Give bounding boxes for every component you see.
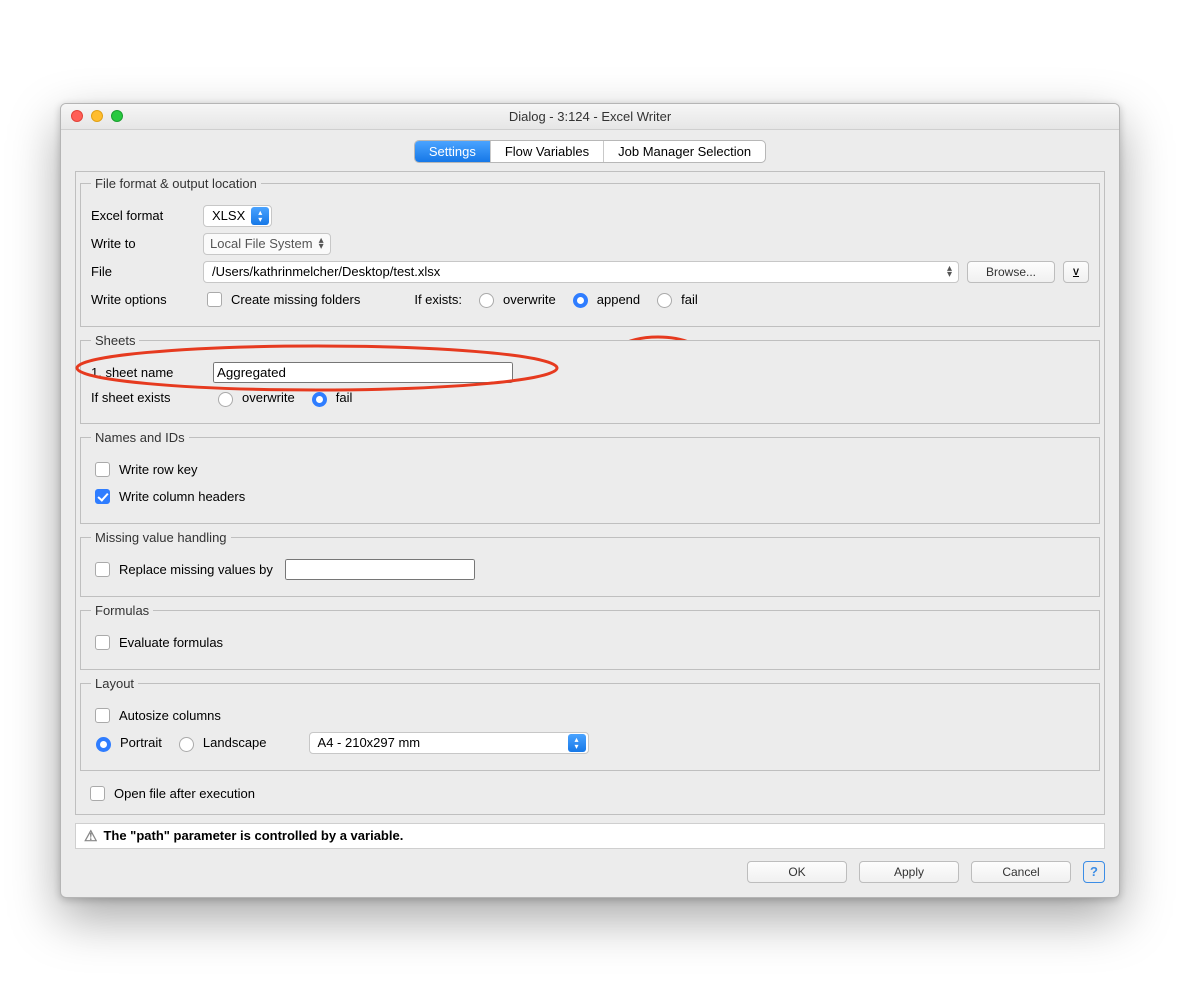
- portrait-radio[interactable]: Portrait: [91, 734, 162, 752]
- write-row-key-label: Write row key: [119, 462, 198, 477]
- write-row-key-checkbox[interactable]: Write row key: [91, 459, 198, 480]
- warning-icon: ⚠: [84, 827, 97, 845]
- replace-missing-input[interactable]: [285, 559, 475, 580]
- group-sheets: Sheets 1. sheet name If sheet exists ove…: [80, 333, 1100, 424]
- group-formulas: Formulas Evaluate formulas: [80, 603, 1100, 670]
- group-missing: Missing value handling Replace missing v…: [80, 530, 1100, 597]
- file-path-value: /Users/kathrinmelcher/Desktop/test.xlsx: [212, 264, 440, 279]
- tab-settings[interactable]: Settings: [415, 141, 491, 162]
- sheet-fail-label: fail: [336, 390, 353, 405]
- paper-size-value: A4 - 210x297 mm: [318, 735, 421, 750]
- if-exists-append-label: append: [597, 292, 640, 307]
- group-file-format-legend: File format & output location: [91, 176, 261, 191]
- write-to-value: Local File System: [210, 236, 313, 251]
- status-bar: ⚠ The "path" parameter is controlled by …: [75, 823, 1105, 849]
- replace-missing-label: Replace missing values by: [119, 562, 273, 577]
- evaluate-formulas-label: Evaluate formulas: [119, 635, 223, 650]
- replace-missing-checkbox[interactable]: Replace missing values by: [91, 559, 273, 580]
- titlebar: Dialog - 3:124 - Excel Writer: [61, 104, 1119, 130]
- evaluate-formulas-checkbox[interactable]: Evaluate formulas: [91, 632, 223, 653]
- paper-size-select[interactable]: A4 - 210x297 mm ▴▾: [309, 732, 589, 754]
- write-to-label: Write to: [91, 236, 191, 251]
- if-sheet-exists-label: If sheet exists: [91, 390, 201, 405]
- sheet-overwrite-radio[interactable]: overwrite: [213, 389, 295, 407]
- variable-button[interactable]: V: [1063, 261, 1089, 283]
- chevron-updown-icon: ▴▾: [251, 207, 269, 225]
- open-after-checkbox[interactable]: Open file after execution: [86, 783, 255, 804]
- browse-button[interactable]: Browse...: [967, 261, 1055, 283]
- apply-button[interactable]: Apply: [859, 861, 959, 883]
- group-file-format: File format & output location Excel form…: [80, 176, 1100, 327]
- if-exists-append[interactable]: append: [568, 290, 640, 308]
- group-formulas-legend: Formulas: [91, 603, 153, 618]
- excel-format-value: XLSX: [212, 208, 245, 223]
- group-names: Names and IDs Write row key Write column…: [80, 430, 1100, 524]
- sheet-overwrite-label: overwrite: [242, 390, 295, 405]
- group-names-legend: Names and IDs: [91, 430, 189, 445]
- write-to-select[interactable]: Local File System ▴▾: [203, 233, 331, 255]
- open-after-label: Open file after execution: [114, 786, 255, 801]
- group-missing-legend: Missing value handling: [91, 530, 231, 545]
- file-path-combo[interactable]: /Users/kathrinmelcher/Desktop/test.xlsx …: [203, 261, 959, 283]
- chevron-updown-icon: ▴▾: [568, 734, 586, 752]
- portrait-label: Portrait: [120, 735, 162, 750]
- create-missing-checkbox[interactable]: Create missing folders: [203, 289, 360, 310]
- write-options-label: Write options: [91, 292, 191, 307]
- help-button[interactable]: ?: [1083, 861, 1105, 883]
- dialog-window: Dialog - 3:124 - Excel Writer Settings F…: [60, 103, 1120, 898]
- tab-flow-variables[interactable]: Flow Variables: [491, 141, 604, 162]
- file-label: File: [91, 264, 191, 279]
- group-layout: Layout Autosize columns Portrait Landsca…: [80, 676, 1100, 771]
- excel-format-label: Excel format: [91, 208, 191, 223]
- chevron-updown-icon: ▴▾: [319, 238, 324, 250]
- settings-panel: File format & output location Excel form…: [75, 171, 1105, 815]
- chevron-updown-icon: ▴▾: [947, 266, 952, 278]
- write-col-headers-label: Write column headers: [119, 489, 245, 504]
- autosize-label: Autosize columns: [119, 708, 221, 723]
- group-layout-legend: Layout: [91, 676, 138, 691]
- status-text: The "path" parameter is controlled by a …: [103, 828, 403, 843]
- if-exists-overwrite-label: overwrite: [503, 292, 556, 307]
- excel-format-select[interactable]: XLSX ▴▾: [203, 205, 272, 227]
- if-exists-fail[interactable]: fail: [652, 290, 698, 308]
- dialog-buttons: OK Apply Cancel ?: [61, 855, 1119, 897]
- if-exists-fail-label: fail: [681, 292, 698, 307]
- window-title: Dialog - 3:124 - Excel Writer: [61, 109, 1119, 124]
- sheet-name-input[interactable]: [213, 362, 513, 383]
- create-missing-label: Create missing folders: [231, 292, 360, 307]
- write-col-headers-checkbox[interactable]: Write column headers: [91, 486, 245, 507]
- tab-job-manager[interactable]: Job Manager Selection: [604, 141, 765, 162]
- sheet-fail-radio[interactable]: fail: [307, 389, 353, 407]
- cancel-button[interactable]: Cancel: [971, 861, 1071, 883]
- ok-button[interactable]: OK: [747, 861, 847, 883]
- tab-bar: Settings Flow Variables Job Manager Sele…: [61, 130, 1119, 171]
- landscape-radio[interactable]: Landscape: [174, 734, 267, 752]
- if-exists-overwrite[interactable]: overwrite: [474, 290, 556, 308]
- autosize-checkbox[interactable]: Autosize columns: [91, 705, 221, 726]
- group-sheets-legend: Sheets: [91, 333, 139, 348]
- if-exists-label: If exists:: [414, 292, 462, 307]
- landscape-label: Landscape: [203, 735, 267, 750]
- sheet-name-label: 1. sheet name: [91, 365, 201, 380]
